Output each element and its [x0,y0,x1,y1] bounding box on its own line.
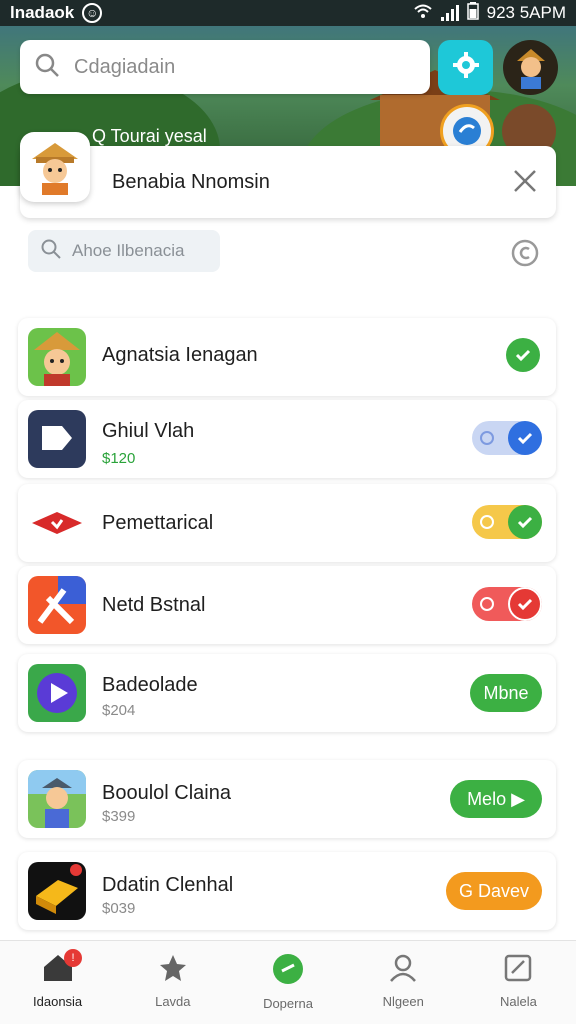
miner-avatar-icon [28,770,86,828]
signal-icon [440,5,459,21]
search-icon [40,238,62,265]
play-circle-icon [28,664,86,722]
checkmark-icon [508,505,542,539]
app-title: Booulol Claina [102,782,231,804]
close-icon[interactable] [512,168,538,194]
user-bell-icon [388,953,418,988]
search-icon [34,52,60,83]
refresh-icon[interactable] [510,238,540,268]
nav-item-nlgeen[interactable]: Nlgeen [346,941,461,1024]
checkmark-icon[interactable] [506,338,540,372]
app-title: Ddatin Clenhal [102,874,234,896]
gold-block-icon [28,862,86,920]
nav-item-nalela[interactable]: Nalela [461,941,576,1024]
app-title: Ghiul Vlah [102,420,195,442]
clock: 923 5APM [486,3,566,22]
tour-label: Q Tourai yesal [92,126,207,146]
app-title: Pemettarical [102,512,214,534]
notification-badge: ! [64,949,82,967]
search-input[interactable]: Cdagiadain [20,40,430,94]
filter-placeholder: Ahoe Ilbenacia [72,241,185,260]
wifi-icon [413,3,433,24]
list-item[interactable]: Badeolade $204 Mbne [18,654,556,732]
video-app-icon [28,410,86,468]
star-house-icon [158,953,188,988]
checkmark-icon [508,421,542,455]
list-item[interactable]: Agnatsia Ienagan [18,318,556,396]
list-item[interactable]: Pemettarical [18,484,556,562]
toggle-switch[interactable] [472,587,542,621]
filter-input[interactable]: Ahoe Ilbenacia [28,230,220,272]
list-item[interactable]: Netd Bstnal [18,566,556,644]
gear-icon [451,50,481,85]
profile-avatar[interactable] [503,40,558,95]
toggle-switch[interactable] [472,505,542,539]
more-button[interactable]: Mbne [470,674,542,712]
app-title: Agnatsia Ienagan [102,344,258,366]
cowboy-avatar-icon [28,328,86,386]
nav-label: Lavda [155,994,191,1009]
app-title: Netd Bstnal [102,594,206,616]
checkmark-icon [508,587,542,621]
nav-label: Idaonsia [33,994,83,1009]
nav-item-home[interactable]: ! Idaonsia [0,941,115,1024]
nav-label: Nlgeen [382,994,424,1009]
nav-item-doperna[interactable]: Doperna [230,941,345,1024]
list-item[interactable]: Ddatin Clenhal $039 G Davev [18,852,556,930]
settings-button[interactable] [438,40,493,95]
search-placeholder: Cdagiadain [74,55,176,78]
smiley-icon: ☺ [82,3,103,23]
banner-name: Benabia Nnomsin [112,170,270,193]
red-diamond-icon [28,494,86,552]
bottom-nav: ! Idaonsia Lavda Doperna Nlgeen Nalela [0,940,576,1024]
download-button[interactable]: G Davev [446,872,542,910]
app-price: $399 [102,808,136,825]
list-item[interactable]: Ghiul Vlah $120 [18,400,556,478]
app-price: $039 [102,900,136,917]
nav-label: Nalela [499,994,537,1009]
nav-label: Doperna [263,996,313,1011]
app-price: $204 [102,702,136,719]
app-price: $120 [102,450,136,467]
green-circle-icon [272,953,304,990]
play-button[interactable]: Melo ▶ [450,780,542,818]
app-title: Badeolade [102,674,198,696]
nav-item-lavda[interactable]: Lavda [115,941,230,1024]
cowboy-avatar-icon [20,132,90,202]
orange-x-app-icon [28,576,86,634]
selected-user-banner: Benabia Nnomsin [20,132,556,218]
status-bar: lnadaok ☺ 923 5APM [0,0,576,26]
edit-box-icon [503,953,533,988]
battery-icon [466,1,479,25]
list-item[interactable]: Booulol Claina $399 Melo ▶ [18,760,556,838]
carrier-name: lnadaok [10,3,75,22]
toggle-switch[interactable] [472,421,542,455]
